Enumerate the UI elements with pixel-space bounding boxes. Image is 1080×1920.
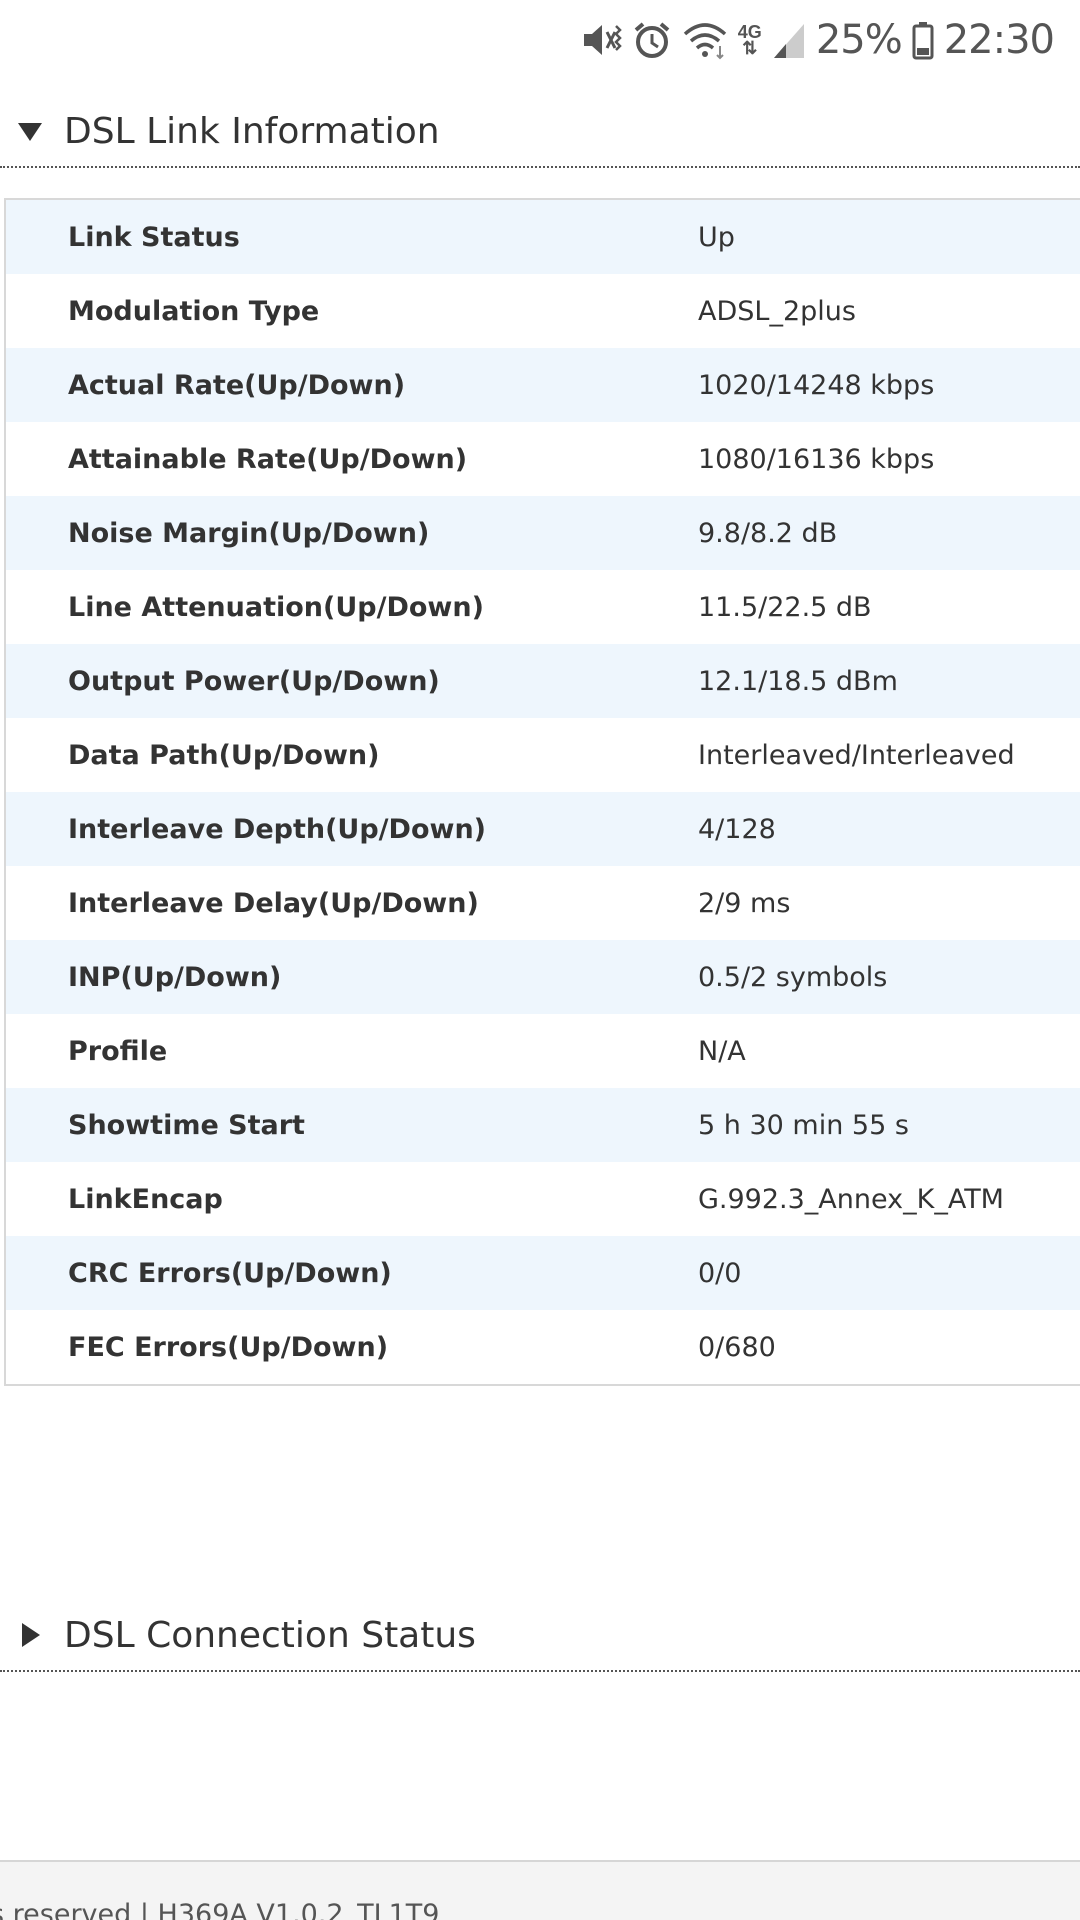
network-4g-icon: 4G ⇅ [737,22,762,58]
table-row: Attainable Rate(Up/Down) 1080/16136 kbps [6,422,1080,496]
wifi-icon [682,20,728,60]
row-value: 9.8/8.2 dB [698,517,838,549]
section-title-link-info: DSL Link Information [64,110,440,152]
table-row: Actual Rate(Up/Down) 1020/14248 kbps [6,348,1080,422]
table-row: Data Path(Up/Down) Interleaved/Interleave… [6,718,1080,792]
alarm-icon [632,20,672,60]
row-label: INP(Up/Down) [68,961,282,993]
row-value: 1080/16136 kbps [698,443,935,475]
row-value: 0/680 [698,1331,776,1363]
table-row: FEC Errors(Up/Down) 0/680 [6,1310,1080,1384]
table-row: INP(Up/Down) 0.5/2 symbols [6,940,1080,1014]
row-label: Output Power(Up/Down) [68,665,440,697]
footer: s reserved | H369A V1.0.2_TL1T9 [0,1860,1080,1920]
row-value: G.992.3_Annex_K_ATM [698,1183,1004,1215]
table-row: Modulation Type ADSL_2plus [6,274,1080,348]
row-value: Up [698,221,735,253]
table-row: Interleave Depth(Up/Down) 4/128 [6,792,1080,866]
row-value: ADSL_2plus [698,295,856,327]
row-value: 5 h 30 min 55 s [698,1109,909,1141]
row-value: 2/9 ms [698,887,791,919]
row-label: Interleave Depth(Up/Down) [68,813,486,845]
row-label: CRC Errors(Up/Down) [68,1257,392,1289]
row-label: Link Status [68,221,240,253]
table-row: LinkEncap G.992.3_Annex_K_ATM [6,1162,1080,1236]
row-label: Profile [68,1035,168,1067]
caret-right-icon [10,1621,50,1649]
row-label: Interleave Delay(Up/Down) [68,887,479,919]
section-header-connection-status[interactable]: DSL Connection Status [0,1600,1080,1672]
table-row: Showtime Start 5 h 30 min 55 s [6,1088,1080,1162]
table-row: CRC Errors(Up/Down) 0/0 [6,1236,1080,1310]
row-value: 1020/14248 kbps [698,369,935,401]
row-value: Interleaved/Interleaved [698,739,1015,771]
row-label: LinkEncap [68,1183,223,1215]
table-row: Line Attenuation(Up/Down) 11.5/22.5 dB [6,570,1080,644]
table-row: Link Status Up [6,200,1080,274]
caret-down-icon [10,119,50,143]
table-row: Profile N/A [6,1014,1080,1088]
row-label: Data Path(Up/Down) [68,739,380,771]
row-label: Showtime Start [68,1109,305,1141]
row-value: 12.1/18.5 dBm [698,665,898,697]
row-value: 0/0 [698,1257,742,1289]
battery-icon [912,20,934,60]
row-value: N/A [698,1035,746,1067]
row-label: Noise Margin(Up/Down) [68,517,430,549]
table-row: Interleave Delay(Up/Down) 2/9 ms [6,866,1080,940]
battery-percent: 25% [815,17,903,63]
mute-vibrate-icon [580,20,622,60]
signal-icon [772,20,806,60]
row-value: 0.5/2 symbols [698,961,888,993]
footer-text: s reserved | H369A V1.0.2_TL1T9 [0,1899,440,1920]
row-label: Actual Rate(Up/Down) [68,369,406,401]
table-row: Output Power(Up/Down) 12.1/18.5 dBm [6,644,1080,718]
row-value: 4/128 [698,813,776,845]
network-type-label: 4G [737,22,762,42]
row-label: FEC Errors(Up/Down) [68,1331,389,1363]
row-label: Line Attenuation(Up/Down) [68,591,484,623]
clock: 22:30 [943,17,1055,63]
dsl-link-info-table: Link Status Up Modulation Type ADSL_2plus Ac… [4,198,1080,1386]
row-value: 11.5/22.5 dB [698,591,872,623]
table-row: Noise Margin(Up/Down) 9.8/8.2 dB [6,496,1080,570]
status-bar: 4G ⇅ 25% 22:30 [0,0,1080,80]
section-title-connection-status: DSL Connection Status [64,1614,476,1656]
section-header-link-info[interactable]: DSL Link Information [0,96,1080,168]
row-label: Modulation Type [68,295,320,327]
row-label: Attainable Rate(Up/Down) [68,443,468,475]
